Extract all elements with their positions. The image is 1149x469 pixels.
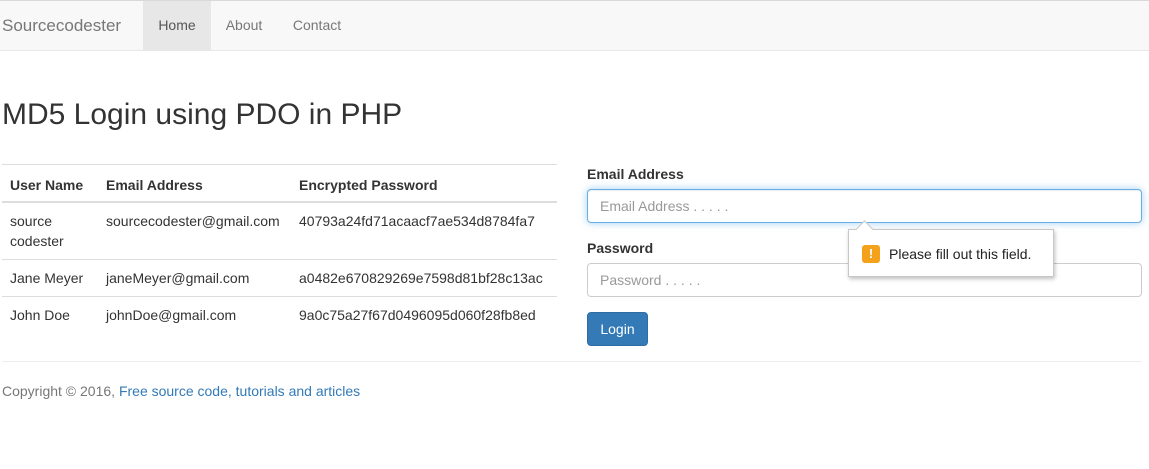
email-label: Email Address: [587, 166, 684, 182]
cell-email: johnDoe@gmail.com: [98, 296, 291, 333]
cell-user-name: John Doe: [2, 296, 98, 333]
nav-item-about[interactable]: About: [211, 1, 277, 50]
column-header-email: Email Address: [98, 164, 291, 203]
login-button[interactable]: Login: [587, 312, 648, 346]
validation-message: Please fill out this field.: [889, 246, 1032, 262]
table-row: John Doe johnDoe@gmail.com 9a0c75a27f67d…: [2, 296, 557, 333]
validation-tooltip: ! Please fill out this field.: [848, 220, 1054, 277]
table-row: Jane Meyer janeMeyer@gmail.com a0482e670…: [2, 259, 557, 297]
nav-item-contact[interactable]: Contact: [277, 1, 357, 50]
column-header-user-name: User Name: [2, 164, 98, 203]
nav-item-home[interactable]: Home: [143, 1, 211, 50]
users-table: User Name Email Address Encrypted Passwo…: [2, 164, 557, 333]
copyright-text: Copyright © 2016,: [2, 383, 119, 399]
table-row: source codester sourcecodester@gmail.com…: [2, 201, 557, 260]
cell-user-name: source codester: [2, 201, 98, 260]
cell-email: janeMeyer@gmail.com: [98, 259, 291, 297]
navbar-brand[interactable]: Sourcecodester: [2, 16, 121, 36]
divider: [2, 361, 1142, 362]
footer: Copyright © 2016, Free source code, tuto…: [2, 383, 360, 399]
navbar: Sourcecodester Home About Contact: [0, 0, 1149, 51]
footer-link[interactable]: Free source code, tutorials and articles: [119, 383, 360, 399]
cell-email: sourcecodester@gmail.com: [98, 201, 291, 260]
table-header-row: User Name Email Address Encrypted Passwo…: [2, 164, 557, 203]
cell-encrypted-password: 9a0c75a27f67d0496095d060f28fb8ed: [291, 296, 557, 333]
page-title: MD5 Login using PDO in PHP: [2, 98, 403, 131]
cell-encrypted-password: a0482e670829269e7598d81bf28c13ac: [291, 259, 557, 297]
password-label: Password: [587, 240, 654, 256]
email-input[interactable]: [587, 189, 1142, 223]
column-header-encrypted-password: Encrypted Password: [291, 164, 557, 203]
tooltip-arrow: [855, 220, 874, 239]
warning-icon: !: [862, 245, 880, 263]
cell-user-name: Jane Meyer: [2, 259, 98, 297]
cell-encrypted-password: 40793a24fd71acaacf7ae534d8784fa7: [291, 201, 557, 260]
